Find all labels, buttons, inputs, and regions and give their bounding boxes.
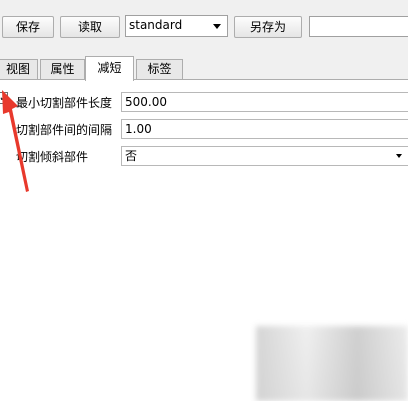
save-button[interactable]: 保存: [2, 16, 54, 38]
arrow-icon: [2, 90, 29, 192]
chevron-down-icon: [396, 154, 402, 158]
preset-select-value: standard: [129, 18, 183, 32]
min-length-input[interactable]: 500.00: [121, 92, 408, 112]
blurred-region: [256, 326, 408, 401]
tilt-select-value: 否: [125, 149, 138, 163]
load-button[interactable]: 读取: [60, 16, 120, 38]
tab-bar: 视图 属性 减短 标签: [0, 56, 408, 81]
spacing-input[interactable]: 1.00: [121, 119, 408, 139]
chevron-down-icon: [213, 24, 221, 29]
tilt-select[interactable]: 否: [121, 146, 408, 166]
save-as-button[interactable]: 另存为: [234, 16, 302, 38]
save-as-name-input[interactable]: [309, 16, 408, 37]
preset-select[interactable]: standard: [125, 15, 228, 37]
tab-labels[interactable]: 标签: [136, 59, 183, 80]
tab-properties[interactable]: 属性: [40, 59, 85, 80]
tab-view[interactable]: 视图: [0, 59, 38, 80]
toolbar: 保存 读取 standard 另存为: [0, 0, 408, 50]
tab-shorten[interactable]: 减短: [85, 56, 134, 81]
